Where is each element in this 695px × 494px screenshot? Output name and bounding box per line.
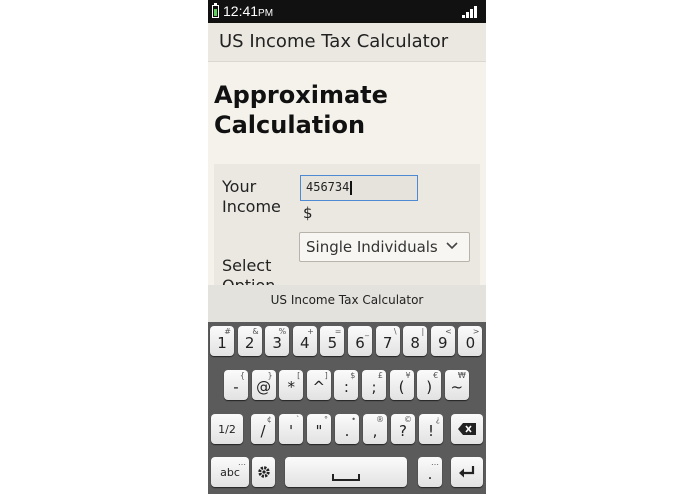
- key-label: :: [343, 378, 349, 396]
- key-label: (: [398, 378, 405, 396]
- select-value: Single Individuals: [306, 238, 438, 256]
- key-7[interactable]: ¥(: [389, 370, 414, 400]
- key-label: 4: [300, 334, 310, 352]
- text-caret: [350, 180, 353, 195]
- income-value: 456734: [306, 180, 350, 194]
- input-card: Your Income 456734 $ Single Individuals …: [214, 164, 480, 285]
- key-label: -: [233, 378, 239, 396]
- key-label: !: [427, 422, 434, 440]
- key-label: ': [288, 422, 294, 440]
- key-label: .: [344, 422, 350, 440]
- symbol-page-key[interactable]: 1/2: [211, 414, 243, 444]
- key-2[interactable]: } @: [251, 370, 276, 400]
- signal-icon: [462, 6, 478, 18]
- key-6[interactable]: £;: [362, 370, 386, 400]
- key-label: ?: [399, 422, 407, 440]
- key-label: ^: [312, 378, 326, 396]
- app-title: US Income Tax Calculator: [219, 31, 449, 52]
- soft-keyboard: US Income Tax Calculator #1 & 2% 3 +4 = 5 _ 6 \ 7 |…: [208, 285, 486, 494]
- key-label: 2: [244, 334, 255, 352]
- key-3[interactable]: [*: [279, 370, 304, 400]
- key-10[interactable]: >0: [458, 326, 483, 356]
- currency-symbol: $: [303, 204, 313, 222]
- phone-screen: 12:41PM US Income Tax Calculator Approxi…: [208, 0, 486, 494]
- space-key[interactable]: [285, 457, 407, 487]
- key-label: /: [260, 422, 266, 440]
- status-time: 12:41PM: [223, 3, 274, 19]
- key-label: @: [256, 378, 272, 396]
- key-2[interactable]: ` ': [279, 414, 303, 444]
- key-1[interactable]: ¢ /: [251, 414, 275, 444]
- key-7[interactable]: ¿!: [419, 414, 443, 444]
- battery-icon: [212, 3, 219, 18]
- key-3[interactable]: ° ": [307, 414, 331, 444]
- key-label: *: [287, 378, 295, 396]
- backspace-icon: [458, 423, 476, 435]
- settings-key[interactable]: [252, 457, 275, 487]
- key-1[interactable]: {-: [224, 370, 248, 400]
- gear-icon: [257, 466, 270, 478]
- key-4[interactable]: ] ^: [306, 370, 331, 400]
- keyboard-title-bar: US Income Tax Calculator: [208, 285, 486, 322]
- enter-icon: [459, 466, 475, 478]
- income-label: Your Income: [222, 177, 281, 216]
- income-input[interactable]: 456734: [300, 175, 418, 201]
- backspace-key[interactable]: [451, 414, 483, 444]
- key-8[interactable]: | 8: [403, 326, 428, 356]
- key-7[interactable]: \ 7: [375, 326, 400, 356]
- page-heading: Approximate Calculation: [214, 81, 388, 139]
- chevron-down-icon: [446, 242, 458, 250]
- enter-key[interactable]: [451, 457, 483, 487]
- key-label: 3: [272, 334, 282, 352]
- key-5[interactable]: = 5: [320, 326, 345, 356]
- key-8[interactable]: €): [417, 370, 442, 400]
- filing-status-select[interactable]: Single Individuals: [299, 232, 470, 262]
- key-label: ~: [450, 378, 464, 396]
- main-content: Approximate Calculation Your Income 4567…: [208, 62, 486, 285]
- key-label: 9: [438, 334, 448, 352]
- key-5[interactable]: $:: [334, 370, 359, 400]
- abc-key[interactable]: … abc: [211, 457, 249, 487]
- key-3[interactable]: % 3: [265, 326, 290, 356]
- key-2[interactable]: & 2: [237, 326, 262, 356]
- key-label: 7: [382, 334, 393, 352]
- key-label: 1: [217, 334, 227, 352]
- key-label: 8: [410, 334, 420, 352]
- key-4[interactable]: •.: [335, 414, 359, 444]
- key-label: 5: [327, 334, 338, 352]
- key-label: ": [315, 422, 323, 440]
- key-4[interactable]: +4: [292, 326, 317, 356]
- key-6[interactable]: ©?: [391, 414, 415, 444]
- key-label: ): [426, 378, 433, 396]
- key-1[interactable]: #1: [210, 326, 234, 356]
- key-9[interactable]: ₩ ~: [444, 370, 469, 400]
- key-label: 6: [355, 334, 365, 352]
- option-label: Select Option: [222, 256, 275, 285]
- app-title-bar: US Income Tax Calculator: [208, 23, 486, 62]
- key-5[interactable]: ®,: [363, 414, 387, 444]
- key-label: ,: [372, 422, 378, 440]
- period-key[interactable]: ….: [418, 457, 442, 487]
- key-label: ;: [371, 378, 377, 396]
- key-6[interactable]: _ 6: [348, 326, 372, 356]
- status-bar: 12:41PM: [208, 0, 486, 23]
- space-icon: [332, 474, 360, 481]
- key-9[interactable]: <9: [430, 326, 455, 356]
- key-label: 0: [465, 334, 476, 352]
